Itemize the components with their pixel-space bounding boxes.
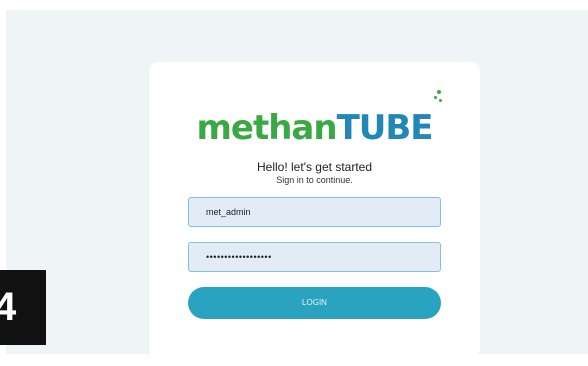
login-card: methanTUBE Hello! let's get started Sign…: [149, 62, 480, 358]
step-number-text: 4: [0, 285, 17, 329]
logo-text-tube: TUBE: [336, 108, 434, 148]
logo-text-methan: methan: [196, 108, 337, 148]
step-number-badge: 4: [0, 270, 46, 345]
signin-subtitle: Sign in to continue.: [276, 175, 353, 185]
greeting-text: Hello! let's get started: [256, 160, 372, 174]
password-input[interactable]: ••••••••••••••••••: [188, 242, 441, 272]
username-input[interactable]: met_admin: [188, 197, 441, 227]
login-button[interactable]: LOGIN: [188, 287, 441, 319]
logo-bubbles-icon: [431, 90, 445, 112]
login-page: methanTUBE Hello! let's get started Sign…: [6, 10, 588, 358]
methantube-logo: methanTUBE: [149, 108, 480, 148]
